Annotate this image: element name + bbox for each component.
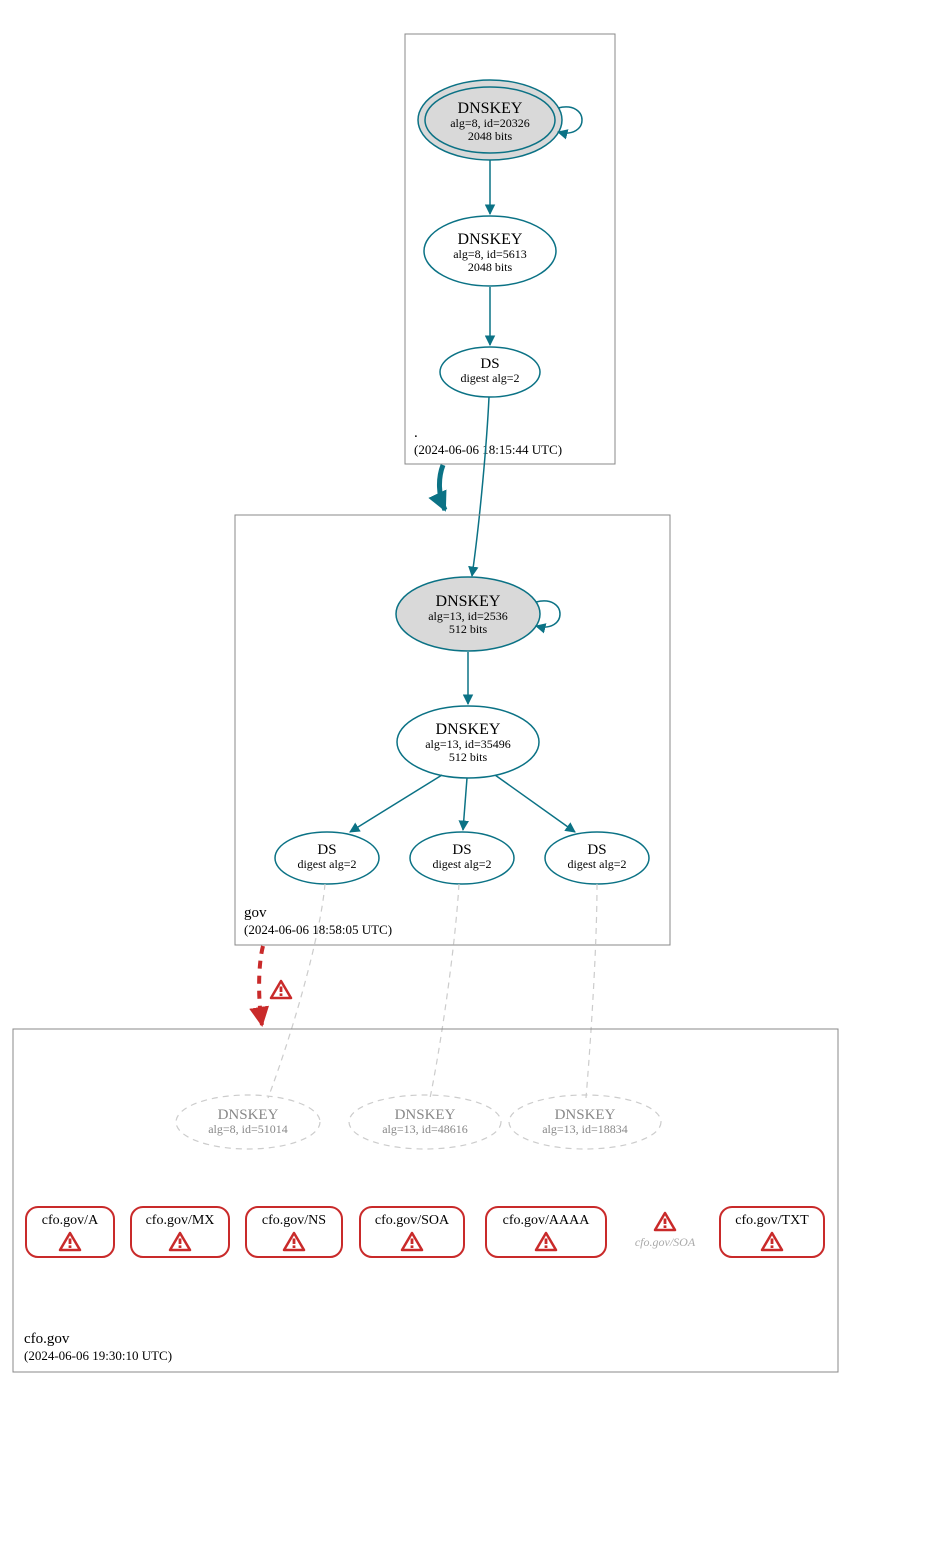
svg-text:DNSKEY: DNSKEY bbox=[395, 1107, 456, 1123]
svg-text:alg=13, id=18834: alg=13, id=18834 bbox=[542, 1122, 628, 1136]
svg-text:DNSKEY: DNSKEY bbox=[436, 593, 501, 610]
svg-text:512 bits: 512 bits bbox=[449, 750, 488, 764]
svg-text:DNSKEY: DNSKEY bbox=[436, 721, 501, 738]
svg-text:cfo.gov/SOA: cfo.gov/SOA bbox=[635, 1235, 696, 1249]
edge-gov-ds2-to-cfo-dk2 bbox=[430, 884, 459, 1098]
svg-text:cfo.gov/AAAA: cfo.gov/AAAA bbox=[503, 1213, 591, 1228]
svg-text:DNSKEY: DNSKEY bbox=[458, 231, 523, 248]
node-root-ds: DS digest alg=2 bbox=[440, 347, 540, 397]
svg-text:digest alg=2: digest alg=2 bbox=[567, 857, 626, 871]
node-cfo-dk2: DNSKEY alg=13, id=48616 bbox=[349, 1095, 501, 1149]
svg-text:DNSKEY: DNSKEY bbox=[458, 100, 523, 117]
record-cfo-mx: cfo.gov/MX bbox=[131, 1207, 229, 1257]
svg-text:cfo.gov/MX: cfo.gov/MX bbox=[146, 1213, 215, 1228]
svg-text:2048 bits: 2048 bits bbox=[468, 260, 513, 274]
svg-text:digest alg=2: digest alg=2 bbox=[297, 857, 356, 871]
node-gov-zsk: DNSKEY alg=13, id=35496 512 bits bbox=[397, 706, 539, 778]
zone-gov: gov (2024-06-06 18:58:05 UTC) DNSKEY alg… bbox=[235, 515, 670, 945]
svg-text:2048 bits: 2048 bits bbox=[468, 129, 513, 143]
warning-icon bbox=[655, 1213, 675, 1230]
svg-text:alg=13, id=48616: alg=13, id=48616 bbox=[382, 1122, 468, 1136]
zone-cfo: cfo.gov (2024-06-06 19:30:10 UTC) DNSKEY… bbox=[13, 1029, 838, 1372]
svg-text:DS: DS bbox=[452, 842, 471, 858]
svg-text:DS: DS bbox=[317, 842, 336, 858]
svg-text:digest alg=2: digest alg=2 bbox=[432, 857, 491, 871]
record-cfo-aaaa: cfo.gov/AAAA bbox=[486, 1207, 606, 1257]
node-gov-ds3: DS digest alg=2 bbox=[545, 832, 649, 884]
svg-text:alg=8, id=5613: alg=8, id=5613 bbox=[453, 247, 527, 261]
svg-text:DNSKEY: DNSKEY bbox=[555, 1107, 616, 1123]
node-cfo-dk3: DNSKEY alg=13, id=18834 bbox=[509, 1095, 661, 1149]
svg-text:DNSKEY: DNSKEY bbox=[218, 1107, 279, 1123]
svg-text:cfo.gov/NS: cfo.gov/NS bbox=[262, 1213, 326, 1228]
node-cfo-dk1: DNSKEY alg=8, id=51014 bbox=[176, 1095, 320, 1149]
svg-text:512 bits: 512 bits bbox=[449, 622, 488, 636]
svg-text:cfo.gov/SOA: cfo.gov/SOA bbox=[375, 1213, 450, 1228]
node-gov-ksk: DNSKEY alg=13, id=2536 512 bits bbox=[396, 577, 540, 651]
svg-text:alg=13, id=2536: alg=13, id=2536 bbox=[428, 609, 508, 623]
edge-gov-ds3-to-cfo-dk3 bbox=[586, 884, 597, 1098]
edge-gov-zsk-ds2 bbox=[463, 778, 467, 830]
zone-cfo-timestamp: (2024-06-06 19:30:10 UTC) bbox=[24, 1348, 172, 1363]
zone-cfo-label: cfo.gov bbox=[24, 1331, 70, 1347]
svg-text:cfo.gov/TXT: cfo.gov/TXT bbox=[735, 1213, 809, 1228]
zone-root: . (2024-06-06 18:15:44 UTC) DNSKEY alg=8… bbox=[405, 34, 615, 464]
record-cfo-a: cfo.gov/A bbox=[26, 1207, 114, 1257]
edge-gov-to-cfo-delegation-broken bbox=[259, 946, 263, 1025]
svg-text:cfo.gov/A: cfo.gov/A bbox=[42, 1213, 99, 1228]
zone-gov-label: gov bbox=[244, 905, 267, 921]
edge-root-ds-to-gov-ksk bbox=[472, 397, 489, 576]
svg-text:alg=13, id=35496: alg=13, id=35496 bbox=[425, 737, 511, 751]
record-cfo-ns: cfo.gov/NS bbox=[246, 1207, 342, 1257]
edge-gov-zsk-ds1 bbox=[350, 775, 442, 832]
node-root-zsk: DNSKEY alg=8, id=5613 2048 bits bbox=[424, 216, 556, 286]
svg-text:DS: DS bbox=[480, 356, 499, 372]
record-cfo-txt: cfo.gov/TXT bbox=[720, 1207, 824, 1257]
edge-root-to-gov-delegation bbox=[439, 465, 445, 510]
record-cfo-soa-gray: cfo.gov/SOA bbox=[635, 1213, 696, 1249]
zone-root-label: . bbox=[414, 425, 418, 441]
svg-text:alg=8, id=20326: alg=8, id=20326 bbox=[450, 116, 530, 130]
record-cfo-soa: cfo.gov/SOA bbox=[360, 1207, 464, 1257]
node-gov-ds2: DS digest alg=2 bbox=[410, 832, 514, 884]
svg-text:digest alg=2: digest alg=2 bbox=[460, 371, 519, 385]
svg-text:DS: DS bbox=[587, 842, 606, 858]
edge-gov-zsk-ds3 bbox=[495, 775, 575, 832]
node-gov-ds1: DS digest alg=2 bbox=[275, 832, 379, 884]
zone-root-timestamp: (2024-06-06 18:15:44 UTC) bbox=[414, 442, 562, 457]
svg-text:alg=8, id=51014: alg=8, id=51014 bbox=[208, 1122, 288, 1136]
warning-icon bbox=[271, 981, 291, 998]
node-root-ksk: DNSKEY alg=8, id=20326 2048 bits bbox=[418, 80, 562, 160]
